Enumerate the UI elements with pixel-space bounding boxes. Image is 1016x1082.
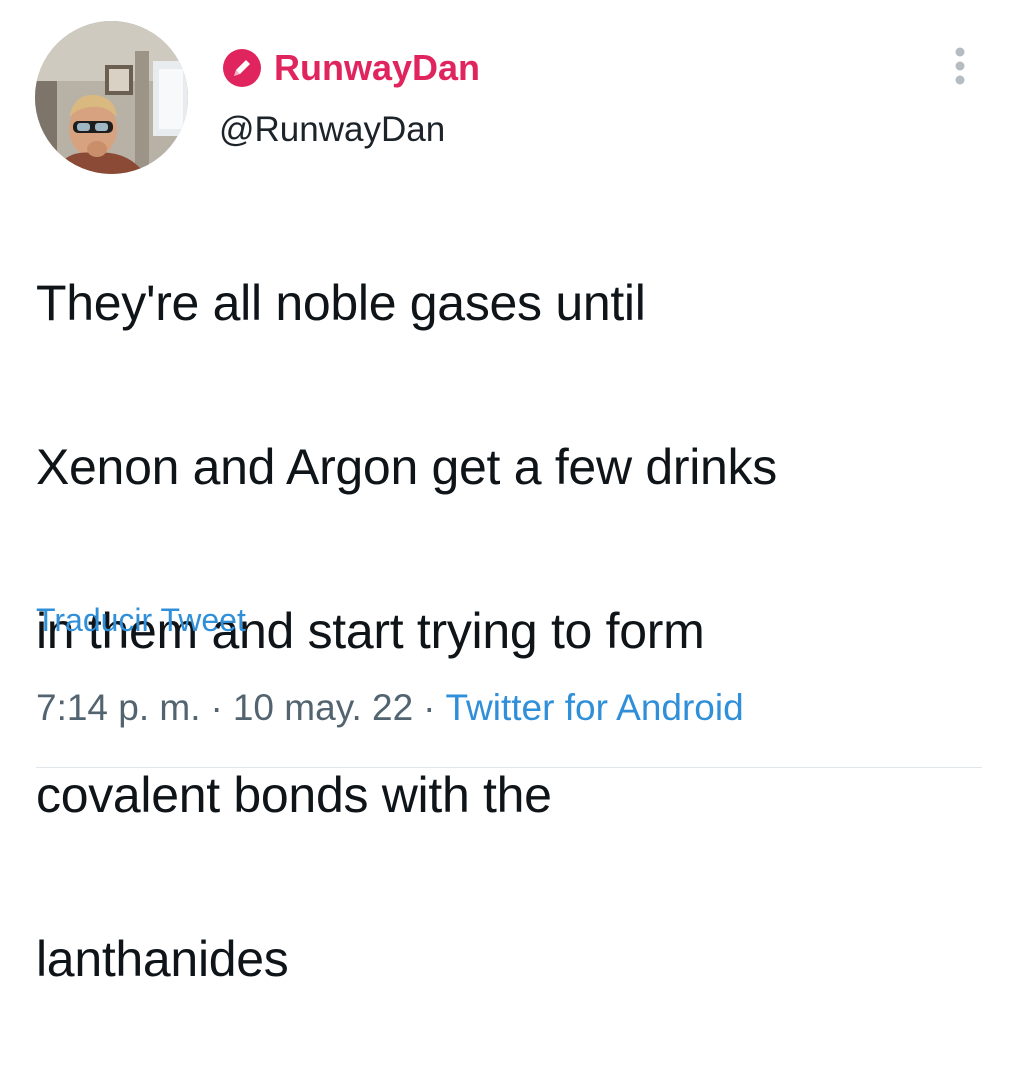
display-name-row[interactable]: RunwayDan — [222, 46, 480, 90]
separator: · — [210, 687, 223, 728]
avatar-photo — [35, 21, 188, 174]
more-options-button[interactable] — [940, 40, 980, 96]
divider — [36, 767, 982, 768]
tweet-text-line: lanthanides — [36, 931, 289, 987]
tweet-text-line: They're all noble gases until — [36, 275, 646, 331]
more-vertical-icon — [953, 46, 967, 91]
tweet-metadata: 7:14 p. m. · 10 may. 22 · Twitter for An… — [36, 684, 744, 732]
pencil-badge-icon — [222, 48, 262, 88]
tweet-date[interactable]: 10 may. 22 — [233, 684, 413, 732]
avatar[interactable] — [35, 21, 188, 174]
tweet-time[interactable]: 7:14 p. m. — [36, 684, 201, 732]
tweet-source-link[interactable]: Twitter for Android — [446, 684, 744, 732]
tweet: RunwayDan @RunwayDan They're all noble g… — [0, 0, 1016, 987]
separator: · — [423, 687, 436, 728]
user-handle[interactable]: @RunwayDan — [219, 108, 445, 152]
display-name[interactable]: RunwayDan — [274, 46, 480, 90]
translate-tweet-link[interactable]: Traducir Tweet — [36, 598, 246, 642]
tweet-text-line: Xenon and Argon get a few drinks — [36, 439, 777, 495]
